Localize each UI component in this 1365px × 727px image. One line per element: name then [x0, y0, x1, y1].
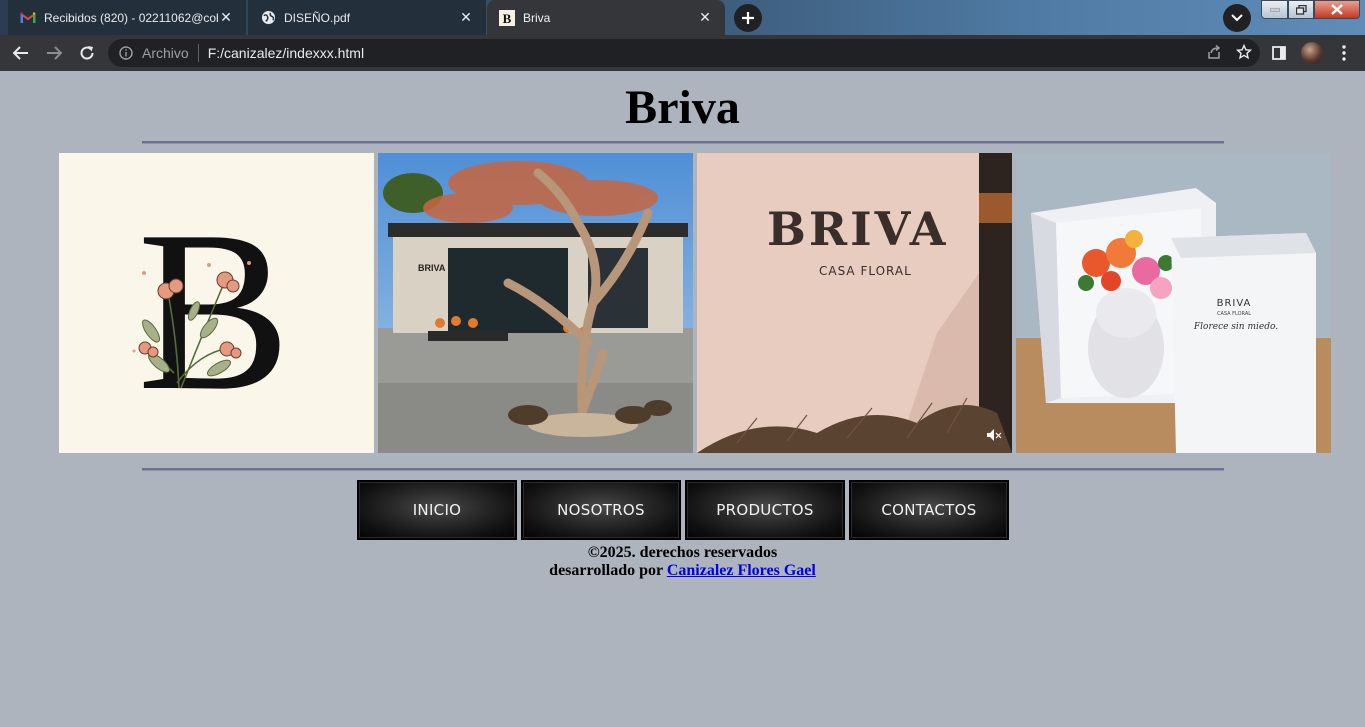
reload-button[interactable] — [75, 41, 99, 65]
menu-productos-button[interactable]: PRODUCTOS — [685, 480, 845, 540]
tab-briva[interactable]: B Briva ✕ — [487, 0, 725, 35]
menu-contactos-label: CONTACTOS — [851, 482, 1007, 538]
close-icon[interactable]: ✕ — [458, 9, 474, 26]
storefront-tree-photo: BRIVA — [378, 153, 693, 453]
tab-title: Recibidos (820) - 02211062@cob — [44, 10, 218, 25]
close-icon[interactable]: ✕ — [218, 9, 234, 26]
forward-button[interactable] — [42, 41, 66, 65]
tab-title: DISEÑO.pdf — [284, 10, 351, 25]
avatar — [1301, 42, 1323, 64]
menu-nosotros-button[interactable]: NOSOTROS — [521, 480, 681, 540]
menu-nosotros-label: NOSOTROS — [523, 482, 679, 538]
close-icon[interactable]: ✕ — [697, 9, 713, 26]
browser-titlebar: Recibidos (820) - 02211062@cob ✕ DISEÑO.… — [0, 0, 1365, 35]
copyright-text: ©2025. derechos reservados — [587, 544, 778, 561]
arrow-right-icon — [47, 46, 62, 60]
info-icon[interactable] — [118, 45, 134, 61]
gmail-icon — [20, 10, 36, 26]
tab-title: Briva — [523, 10, 551, 25]
author-link[interactable]: Canizalez Flores Gael — [667, 562, 816, 579]
box-brand-text: BRIVA — [1217, 298, 1252, 309]
sign-sub-text: CASA FLORAL — [819, 264, 912, 278]
side-panel-button[interactable] — [1267, 41, 1291, 65]
main-menu: INICIO NOSOTROS PRODUCTOS CONTACTOS — [357, 480, 1009, 540]
briva-wall-sign-photo: BRIVA CASA FLORAL — [697, 153, 1012, 453]
box-sub-text: CASA FLORAL — [1217, 311, 1251, 317]
kebab-menu-icon — [1342, 45, 1346, 61]
top-divider — [142, 141, 1224, 144]
svg-text:BRIVA: BRIVA — [418, 263, 446, 273]
security-chip: Archivo — [142, 45, 189, 61]
reload-icon — [80, 46, 94, 60]
omnibox-divider — [197, 44, 199, 62]
menu-productos-label: PRODUCTOS — [687, 482, 843, 538]
address-bar[interactable]: Archivo F:/canizalez/indexxx.html — [108, 39, 1260, 67]
tab-search-button[interactable] — [1223, 4, 1251, 32]
logo-b-letter: B — [137, 183, 290, 438]
page-viewport: Briva B BRIVA BRIVA CASA FLORAL BRIVA CA… — [0, 71, 1365, 727]
bottom-divider — [142, 468, 1224, 471]
chevron-down-icon — [1231, 14, 1243, 22]
briva-b-icon: B — [499, 9, 515, 26]
briva-logo-photo: B — [59, 153, 374, 453]
profile-button[interactable] — [1300, 41, 1324, 65]
arrow-left-icon — [13, 46, 28, 60]
back-button[interactable] — [9, 41, 33, 65]
menu-contactos-button[interactable]: CONTACTOS — [849, 480, 1009, 540]
restore-icon — [1295, 4, 1307, 15]
restore-button[interactable] — [1288, 0, 1314, 19]
flower-box-photo: BRIVA CASA FLORAL Florece sin miedo. — [1016, 153, 1331, 453]
box-tagline-text: Florece sin miedo. — [1193, 322, 1278, 332]
side-panel-icon — [1272, 46, 1286, 60]
menu-inicio-label: INICIO — [359, 482, 515, 538]
menu-inicio-button[interactable]: INICIO — [357, 480, 517, 540]
new-tab-button[interactable] — [734, 4, 762, 32]
close-icon — [1331, 4, 1343, 15]
tab-pdf[interactable]: DISEÑO.pdf ✕ — [248, 0, 486, 35]
page-footer: ©2025. derechos reservados desarrollado … — [0, 544, 1365, 580]
minimize-button[interactable] — [1261, 0, 1288, 19]
plus-icon — [742, 12, 754, 24]
menu-button[interactable] — [1332, 41, 1356, 65]
svg-text:B: B — [503, 11, 512, 26]
star-icon[interactable] — [1235, 43, 1253, 63]
sign-main-text: BRIVA — [767, 202, 948, 256]
credits-line: desarrollado por Canizalez Flores Gael — [0, 562, 1365, 580]
share-icon[interactable] — [1206, 44, 1222, 63]
photo-gallery: B BRIVA BRIVA CASA FLORAL BRIVA CASA FLO… — [59, 153, 1331, 453]
minimize-icon — [1269, 8, 1280, 11]
page-title: Briva — [625, 81, 740, 134]
credits-prefix: desarrollado por — [549, 562, 663, 579]
window-close-button[interactable] — [1314, 0, 1360, 19]
globe-icon — [260, 10, 276, 26]
browser-toolbar: Archivo F:/canizalez/indexxx.html — [0, 35, 1365, 71]
url-text[interactable]: F:/canizalez/indexxx.html — [208, 45, 364, 61]
tab-gmail[interactable]: Recibidos (820) - 02211062@cob ✕ — [8, 0, 246, 35]
